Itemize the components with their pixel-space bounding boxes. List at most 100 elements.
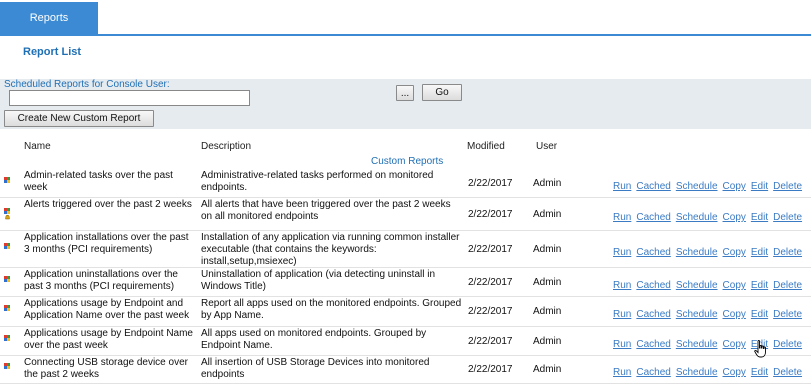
browse-button[interactable]: ... — [396, 85, 414, 101]
report-name[interactable]: Application uninstallations over the pas… — [24, 269, 196, 293]
copy-link[interactable]: Copy — [723, 212, 746, 223]
tab-bar: Reports — [0, 0, 811, 36]
report-modified: 2/22/2017 — [468, 209, 513, 220]
report-actions: RunCachedScheduleCopyEditDelete — [613, 339, 807, 350]
delete-link[interactable]: Delete — [773, 280, 802, 291]
report-actions: Run Cached Schedule Copy Edit Delete — [613, 309, 807, 320]
schedule-link[interactable]: Schedule — [676, 181, 718, 192]
report-modified: 2/22/2017 — [468, 336, 513, 347]
report-user: Admin — [533, 244, 562, 255]
edit-link[interactable]: Edit — [751, 367, 768, 378]
cached-link[interactable]: Cached — [636, 309, 670, 320]
report-name[interactable]: Applications usage by Endpoint and Appli… — [24, 298, 196, 322]
delete-link[interactable]: Delete — [773, 181, 802, 192]
schedule-link[interactable]: Schedule — [676, 309, 718, 320]
report-description: Report all apps used on the monitored en… — [201, 298, 462, 321]
column-header-description: Description — [201, 141, 252, 152]
report-description: Uninstallation of application (via detec… — [201, 269, 436, 292]
cached-link[interactable]: Cached — [636, 280, 670, 291]
report-row: Connecting USB storage device over the p… — [0, 355, 811, 384]
report-row: Application installations over the past … — [0, 230, 811, 268]
run-link[interactable]: Run — [613, 247, 631, 258]
report-icon — [4, 208, 10, 220]
copy-link[interactable]: Copy — [723, 309, 746, 320]
report-modified: 2/22/2017 — [468, 244, 513, 255]
delete-link[interactable]: Delete — [773, 339, 802, 350]
cached-link[interactable]: Cached — [636, 367, 670, 378]
report-actions: Run Cached Schedule Copy Edit Delete — [613, 212, 807, 223]
report-actions: Run Cached Schedule Copy Edit Delete — [613, 367, 807, 378]
report-description: All alerts that have been triggered over… — [201, 199, 451, 222]
create-custom-report-button[interactable]: Create New Custom Report — [4, 110, 154, 127]
edit-link[interactable]: Edit — [751, 280, 768, 291]
run-link[interactable]: Run — [613, 367, 631, 378]
cached-link[interactable]: Cached — [636, 181, 670, 192]
report-user: Admin — [533, 364, 562, 375]
delete-link[interactable]: Delete — [773, 212, 802, 223]
edit-link[interactable]: Edit — [751, 309, 768, 320]
page-title: Report List — [23, 46, 82, 58]
cached-link[interactable]: Cached — [636, 212, 670, 223]
hand-cursor-icon — [754, 340, 766, 358]
edit-link[interactable]: Edit — [751, 212, 768, 223]
run-link[interactable]: Run — [613, 212, 631, 223]
scheduled-reports-label: Scheduled Reports for Console User: — [4, 79, 170, 90]
schedule-link[interactable]: Schedule — [676, 339, 718, 350]
report-name[interactable]: Applications usage by Endpoint Name over… — [24, 328, 196, 352]
report-icon — [4, 305, 10, 311]
edit-link[interactable]: Edit — [751, 247, 768, 258]
scheduled-reports-input[interactable] — [9, 90, 250, 106]
scheduled-reports-panel: Scheduled Reports for Console User: ... … — [0, 79, 811, 129]
report-icon — [4, 335, 10, 341]
report-modified: 2/22/2017 — [468, 178, 513, 189]
report-icon — [4, 363, 10, 369]
report-user: Admin — [533, 209, 562, 220]
column-header-modified: Modified — [467, 141, 505, 152]
report-modified: 2/22/2017 — [468, 277, 513, 288]
schedule-link[interactable]: Schedule — [676, 280, 718, 291]
copy-link[interactable]: Copy — [723, 247, 746, 258]
column-header-name: Name — [24, 141, 51, 152]
report-icon — [4, 243, 10, 249]
report-row: Application uninstallations over the pas… — [0, 267, 811, 297]
report-actions: Run Cached Schedule Copy Edit Delete — [613, 247, 807, 258]
report-icon — [4, 276, 10, 282]
report-description: All apps used on monitored endpoints. Gr… — [201, 328, 427, 351]
report-actions: Run Cached Schedule Copy Edit Delete — [613, 181, 807, 192]
copy-link[interactable]: Copy — [723, 181, 746, 192]
delete-link[interactable]: Delete — [773, 367, 802, 378]
report-modified: 2/22/2017 — [468, 306, 513, 317]
report-user: Admin — [533, 178, 562, 189]
report-user: Admin — [533, 336, 562, 347]
run-link[interactable]: Run — [613, 309, 631, 320]
report-name[interactable]: Alerts triggered over the past 2 weeks — [24, 199, 196, 211]
report-row: Applications usage by Endpoint and Appli… — [0, 296, 811, 327]
run-link[interactable]: Run — [613, 280, 631, 291]
edit-link[interactable]: Edit — [751, 181, 768, 192]
report-name[interactable]: Admin-related tasks over the past week — [24, 170, 196, 194]
report-description: Administrative-related tasks performed o… — [201, 170, 434, 193]
custom-reports-group-label: Custom Reports — [371, 156, 444, 167]
copy-link[interactable]: Copy — [723, 280, 746, 291]
copy-link[interactable]: Copy — [723, 367, 746, 378]
cached-link[interactable]: Cached — [636, 247, 670, 258]
report-row: Applications usage by Endpoint Name over… — [0, 326, 811, 356]
tab-reports[interactable]: Reports — [0, 2, 98, 34]
report-name[interactable]: Connecting USB storage device over the p… — [24, 357, 196, 381]
copy-link[interactable]: Copy — [723, 339, 746, 350]
report-modified: 2/22/2017 — [468, 364, 513, 375]
schedule-link[interactable]: Schedule — [676, 247, 718, 258]
cached-link[interactable]: Cached — [636, 339, 670, 350]
report-row: Admin-related tasks over the past week Ad… — [0, 168, 811, 198]
report-description: Installation of any application via runn… — [201, 232, 460, 267]
run-link[interactable]: Run — [613, 181, 631, 192]
run-link[interactable]: Run — [613, 339, 631, 350]
schedule-link[interactable]: Schedule — [676, 367, 718, 378]
schedule-link[interactable]: Schedule — [676, 212, 718, 223]
delete-link[interactable]: Delete — [773, 309, 802, 320]
go-button[interactable]: Go — [422, 84, 462, 101]
report-name[interactable]: Application installations over the past … — [24, 232, 196, 256]
delete-link[interactable]: Delete — [773, 247, 802, 258]
report-row: Alerts triggered over the past 2 weeks Al… — [0, 197, 811, 231]
report-user: Admin — [533, 277, 562, 288]
